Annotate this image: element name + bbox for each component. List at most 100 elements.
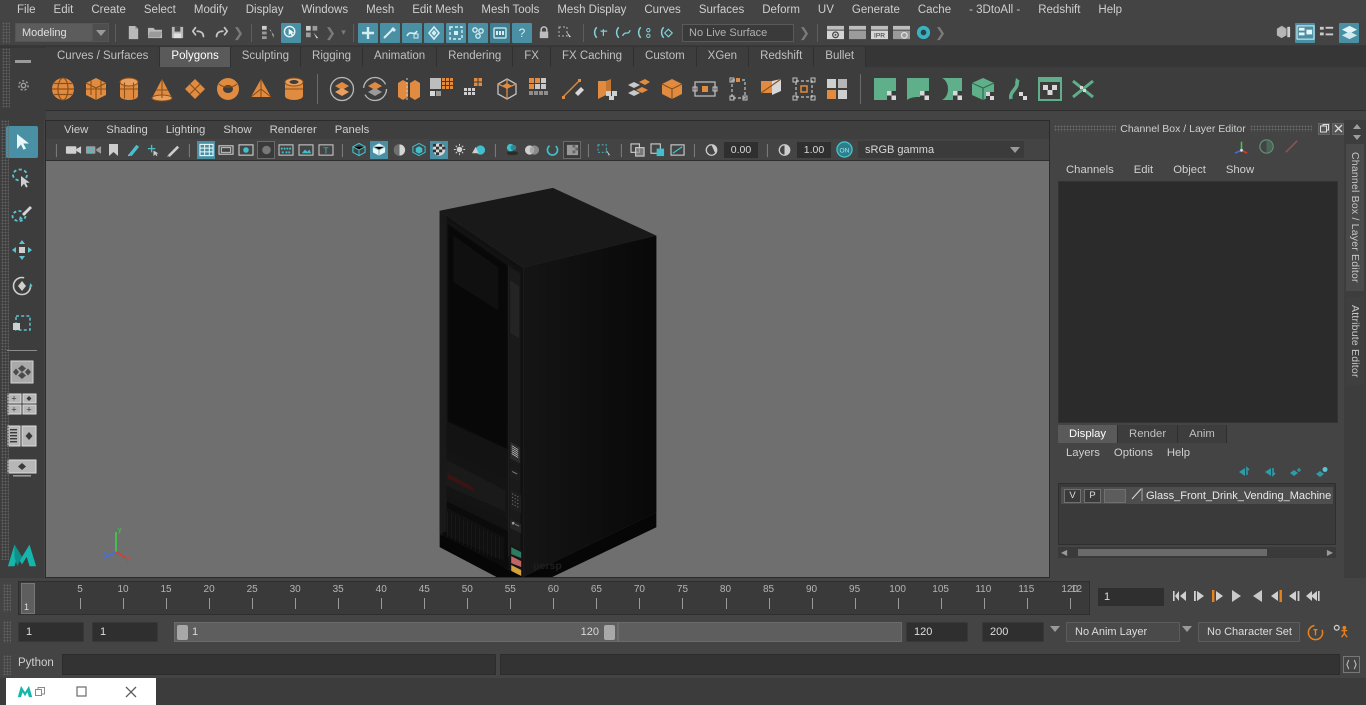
poly-extrude-icon[interactable] [458, 72, 489, 106]
wireframe-icon[interactable] [350, 141, 368, 159]
animation-preferences-icon[interactable] [1332, 623, 1351, 645]
layout-quad-panes[interactable]: + + + [6, 389, 38, 419]
select-object-icon[interactable] [281, 22, 301, 43]
channel-box-menu-channels[interactable]: Channels [1058, 163, 1122, 177]
layer-menu-help[interactable]: Help [1163, 447, 1194, 459]
transform-axis-icon[interactable] [1233, 138, 1250, 158]
tab-attribute-editor[interactable]: Attribute Editor [1346, 296, 1364, 386]
step-back-frame-icon[interactable] [1192, 587, 1208, 608]
snap-point-icon[interactable] [402, 22, 422, 43]
film-gate-icon[interactable] [217, 141, 235, 159]
menuset-dropdown-arrow[interactable] [93, 23, 109, 42]
layout-single-persp[interactable] [6, 453, 38, 483]
smooth-shade-all-icon[interactable] [370, 140, 388, 159]
create-new-layer-icon[interactable] [1288, 466, 1302, 481]
menu-deform[interactable]: Deform [753, 0, 809, 20]
menuset-selector[interactable]: Modeling [15, 23, 93, 42]
hypershade-icon[interactable] [913, 23, 933, 43]
poly-sphere-icon[interactable] [47, 72, 78, 106]
menu-mesh-tools[interactable]: Mesh Tools [472, 0, 548, 20]
rotate-dial-icon[interactable] [1258, 138, 1275, 158]
show-channel-box-icon[interactable] [1339, 22, 1359, 43]
auto-key-icon[interactable] [1306, 623, 1325, 645]
textured-icon[interactable] [430, 140, 448, 159]
safe-action-icon[interactable] [297, 141, 315, 159]
menu-file[interactable]: File [8, 0, 45, 20]
poly-append-icon[interactable] [689, 72, 720, 106]
channel-box-menu-object[interactable]: Object [1165, 163, 1214, 177]
command-language-label[interactable]: Python [18, 657, 54, 669]
anim-layer-dropdown-arrow[interactable] [1050, 626, 1060, 632]
menu-curves[interactable]: Curves [635, 0, 689, 20]
poly-merge-icon[interactable] [656, 72, 687, 106]
poly-offset-edge-loop-icon[interactable] [755, 72, 786, 106]
poly-bridge-icon[interactable] [524, 72, 555, 106]
maya-app-icon[interactable] [6, 678, 56, 705]
snap-help-icon[interactable]: ? [512, 22, 532, 43]
slider-icon[interactable] [1283, 138, 1300, 158]
range-bar[interactable]: 1 120 [174, 622, 618, 642]
range-bar-right-grip[interactable] [604, 624, 615, 640]
play-backwards-icon[interactable] [1228, 587, 1246, 608]
ipr-render-icon[interactable]: IPR [869, 23, 889, 43]
poly-quad-draw-icon[interactable] [623, 72, 654, 106]
snap-to-points-icon[interactable] [635, 23, 655, 43]
tab-display[interactable]: Display [1058, 425, 1119, 443]
tab-channel-box-layer-editor[interactable]: Channel Box / Layer Editor [1346, 144, 1364, 291]
snap-construction-plane-icon[interactable] [468, 22, 488, 43]
step-forward-key-icon[interactable] [1268, 587, 1284, 608]
undock-icon[interactable] [1318, 122, 1330, 135]
menu-mesh[interactable]: Mesh [357, 0, 403, 20]
channel-box-menu-show[interactable]: Show [1218, 163, 1262, 177]
current-frame-field[interactable]: 1 [1098, 588, 1164, 606]
uv-spherical-icon[interactable] [935, 72, 966, 106]
bookmark-icon[interactable] [104, 141, 122, 159]
menu-windows[interactable]: Windows [292, 0, 357, 20]
menu-edit-mesh[interactable]: Edit Mesh [403, 0, 472, 20]
poly-torus-icon[interactable] [212, 72, 243, 106]
snap-curve-icon[interactable] [380, 22, 400, 43]
move-layer-up-icon[interactable] [1236, 465, 1250, 481]
screen-space-ao-icon[interactable] [523, 141, 541, 159]
maximize-window-icon[interactable] [56, 678, 106, 705]
select-by-type-icon[interactable] [556, 23, 576, 43]
snap-to-curves-icon[interactable] [613, 23, 633, 43]
uv-editor-icon[interactable] [1034, 72, 1065, 106]
image-plane-icon[interactable] [124, 141, 142, 159]
shaded-wireframe-icon[interactable] [390, 141, 408, 159]
layer-list-scrollbar[interactable]: ◀ ▶ [1058, 547, 1336, 558]
snap-projected-center-icon[interactable] [424, 22, 444, 43]
layer-playback-toggle[interactable]: P [1084, 488, 1101, 503]
redo-previous-render-icon[interactable] [847, 23, 867, 43]
scale-tool[interactable] [6, 306, 38, 338]
move-tool[interactable] [6, 234, 38, 266]
close-icon[interactable] [1332, 122, 1344, 135]
play-forwards-icon[interactable] [1248, 587, 1266, 608]
two-d-pan-zoom-icon[interactable] [144, 141, 162, 159]
grease-pencil-icon[interactable] [164, 141, 182, 159]
viewport-menu-shading[interactable]: Shading [98, 123, 155, 137]
paint-select-tool[interactable] [6, 198, 38, 230]
shelf-tab-bullet[interactable]: Bullet [814, 47, 867, 67]
character-set-selector[interactable]: No Character Set [1198, 622, 1300, 642]
script-editor-icon[interactable] [1343, 656, 1360, 673]
color-space-selector[interactable]: sRGB gamma [858, 141, 1006, 158]
menu-cache[interactable]: Cache [909, 0, 960, 20]
show-hide-modeling-toolkit-icon[interactable] [1273, 23, 1293, 43]
xray-joints-icon[interactable] [649, 141, 667, 159]
rotate-tool[interactable] [6, 270, 38, 302]
layer-menu-options[interactable]: Options [1110, 447, 1157, 459]
menu-display[interactable]: Display [237, 0, 293, 20]
color-space-dropdown-arrow[interactable] [1006, 141, 1024, 158]
exposure-value-field[interactable]: 0.00 [724, 141, 758, 158]
command-input[interactable] [62, 654, 496, 675]
poly-boolean-difference-icon[interactable] [359, 72, 390, 106]
range-end-time-field[interactable]: 120 [906, 622, 968, 642]
multisample-aa-icon[interactable] [563, 140, 581, 159]
channel-box-menu-edit[interactable]: Edit [1126, 163, 1161, 177]
viewport-menu-view[interactable]: View [56, 123, 96, 137]
safe-title-icon[interactable]: T [317, 141, 335, 159]
close-window-icon[interactable] [106, 678, 156, 705]
uv-unfold-icon[interactable] [1001, 72, 1032, 106]
poly-smooth-icon[interactable] [425, 72, 456, 106]
